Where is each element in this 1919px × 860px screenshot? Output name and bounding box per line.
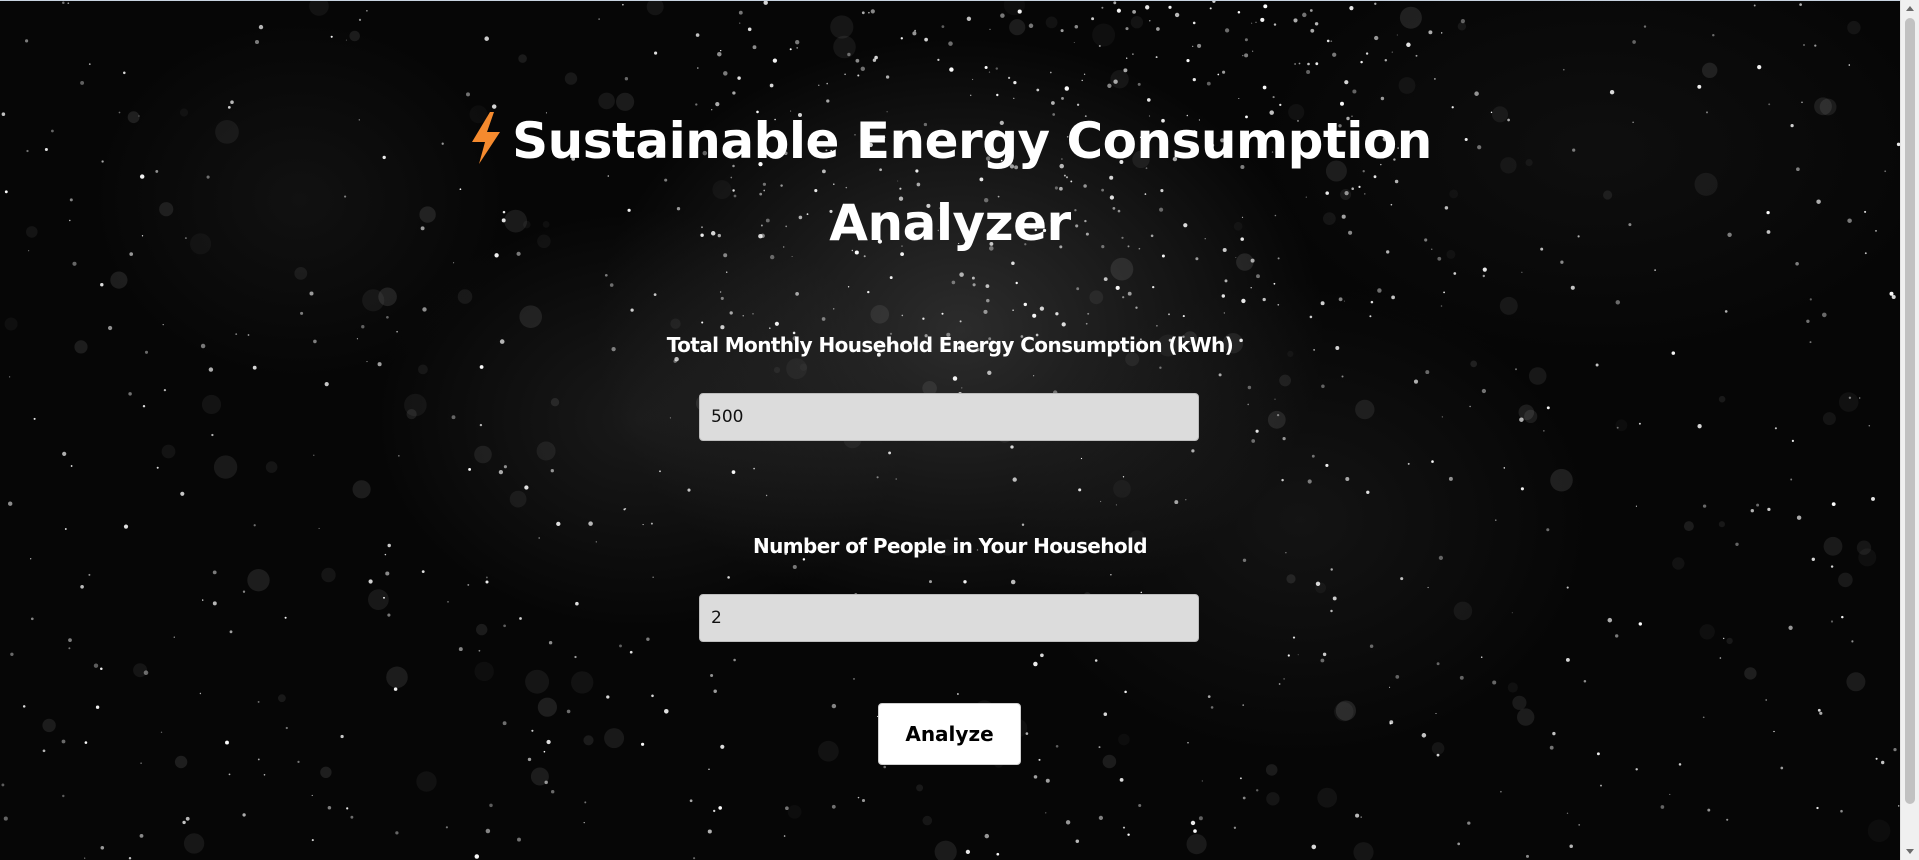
energy-consumption-input[interactable] [699,393,1199,441]
scrollbar-thumb[interactable] [1905,18,1915,804]
household-size-label: Number of People in Your Household [752,534,1148,558]
energy-consumption-label: Total Monthly Household Energy Consumpti… [666,333,1234,357]
lightning-bolt-icon [472,112,501,164]
page-title: Sustainable Energy Consumption Analyzer [450,100,1450,264]
analyze-button[interactable]: Analyze [878,703,1021,765]
household-size-input[interactable] [699,594,1199,642]
scroll-down-arrow-icon[interactable] [1906,849,1914,854]
scroll-up-arrow-icon[interactable] [1906,6,1914,11]
vertical-scrollbar[interactable] [1900,0,1919,860]
main-container: Sustainable Energy Consumption Analyzer … [0,0,1900,860]
page-title-text: Sustainable Energy Consumption Analyzer [512,112,1432,252]
